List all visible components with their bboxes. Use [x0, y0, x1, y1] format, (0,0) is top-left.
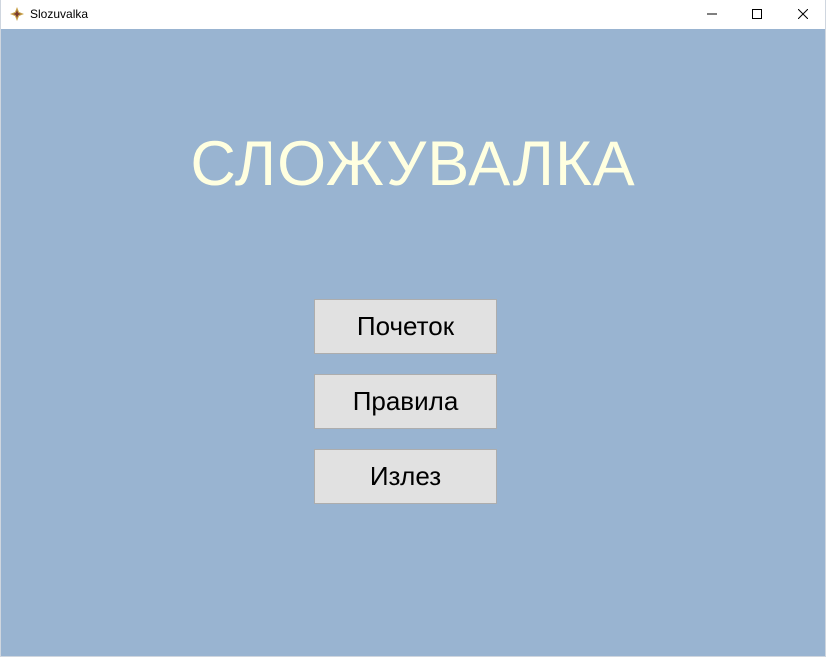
game-title-heading: СЛОЖУВАЛКА: [190, 129, 636, 199]
rules-button[interactable]: Правила: [314, 374, 497, 429]
close-button[interactable]: [780, 0, 826, 29]
window-title: Slozuvalka: [30, 7, 89, 21]
minimize-icon: [707, 6, 717, 24]
maximize-icon: [752, 6, 762, 24]
main-area: СЛОЖУВАЛКА Почеток Правила Излез: [1, 29, 825, 656]
maximize-button[interactable]: [734, 0, 780, 29]
close-icon: [797, 6, 809, 24]
minimize-button[interactable]: [689, 0, 735, 29]
exit-button[interactable]: Излез: [314, 449, 497, 504]
start-button[interactable]: Почеток: [314, 299, 497, 354]
app-window: Slozuvalka СЛОЖУВАЛКА Почеток Правила Из…: [0, 0, 826, 657]
app-logo-icon: [9, 6, 25, 22]
title-bar[interactable]: Slozuvalka: [1, 0, 825, 29]
